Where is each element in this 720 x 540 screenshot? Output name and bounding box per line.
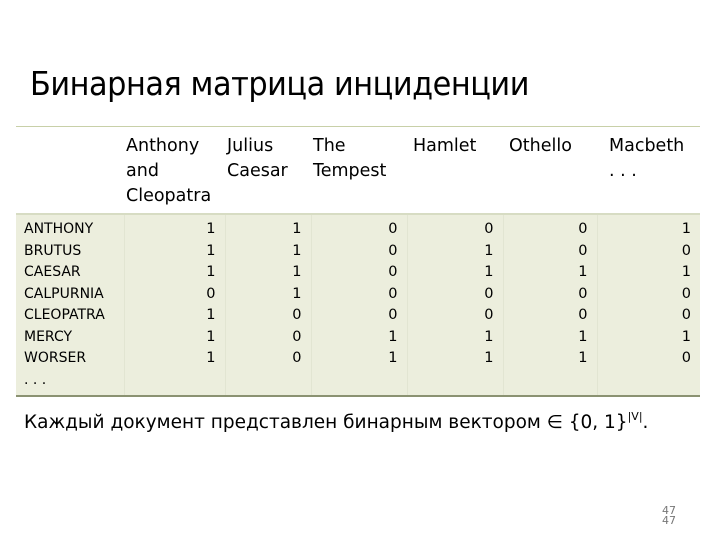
matrix-cell: 1 <box>292 242 302 259</box>
column-header-line: The <box>313 136 346 156</box>
caption-superscript: |V| <box>627 410 643 423</box>
matrix-cell: 0 <box>292 350 302 366</box>
matrix-cell: 1 <box>206 350 216 366</box>
matrix-cell: 0 <box>388 307 398 323</box>
column-header-line: Macbeth <box>609 136 685 156</box>
column-header-line: Othello <box>509 136 572 156</box>
term-label: CALPURNIA <box>24 285 104 302</box>
value-column: 0 0 1 0 0 1 1 <box>502 214 597 396</box>
value-column: 0 1 1 0 0 1 1 <box>406 214 503 396</box>
matrix-cell: 1 <box>578 328 588 345</box>
matrix-cell: 1 <box>206 264 216 280</box>
matrix-cell: 0 <box>484 221 494 237</box>
column-header: Anthony and Cleopatra <box>124 126 225 214</box>
page-number: 47 47 <box>662 505 676 527</box>
matrix-cell: 1 <box>388 350 398 366</box>
matrix-cell: 1 <box>681 328 691 345</box>
term-label: . . . <box>24 371 47 388</box>
value-column: 1 1 1 0 1 1 1 <box>123 214 225 396</box>
matrix-cell: 0 <box>206 285 216 302</box>
matrix-cell: 1 <box>484 328 494 345</box>
matrix-cell: 1 <box>206 328 216 345</box>
matrix-cell: 1 <box>206 307 216 323</box>
matrix-cell: 1 <box>206 242 216 259</box>
term-label: ANTHONY <box>24 221 94 237</box>
column-header: The Tempest <box>311 126 407 214</box>
matrix-cell: 0 <box>681 242 691 259</box>
matrix-cell: 0 <box>578 242 588 259</box>
column-header-line: Tempest <box>313 161 387 181</box>
matrix-body-row: ANTHONY BRUTUS CAESAR CALPURNIA CLEOPATR… <box>16 214 700 396</box>
matrix-cell: 0 <box>484 307 494 323</box>
matrix-cell: 1 <box>292 264 302 280</box>
matrix-cell: 1 <box>578 350 588 366</box>
matrix-cell: 1 <box>578 264 588 280</box>
column-header-line: Caesar <box>227 161 288 181</box>
column-header: Hamlet <box>407 126 503 214</box>
value-column: 0 0 0 0 0 1 1 <box>310 214 407 396</box>
term-label: CLEOPATRA <box>24 307 105 323</box>
matrix-cell: 1 <box>484 350 494 366</box>
matrix-cell: 0 <box>292 328 302 345</box>
matrix-cell: 0 <box>484 285 494 302</box>
matrix-cell: 0 <box>578 307 588 323</box>
column-header-line: . . . <box>609 161 637 181</box>
column-header-line: and <box>126 161 159 181</box>
term-label: BRUTUS <box>24 242 82 259</box>
caption-end: . <box>642 412 649 433</box>
column-header-line: Anthony <box>126 136 200 156</box>
incidence-matrix-table: Anthony and Cleopatra Julius Caesar The Temp… <box>16 126 700 397</box>
column-header-line: Hamlet <box>413 136 477 156</box>
term-label: WORSER <box>24 350 87 366</box>
slide-title: Бинарная матрица инциденции <box>30 64 529 103</box>
matrix-cell: 1 <box>484 242 494 259</box>
matrix-cell: 0 <box>681 307 691 323</box>
column-header-line: Cleopatra <box>126 186 212 206</box>
caption-text: Каждый документ представлен бинарным век… <box>24 412 628 433</box>
matrix-cell: 1 <box>206 221 216 237</box>
page-number-shadow: 47 <box>662 514 676 527</box>
caption: Каждый документ представлен бинарным век… <box>24 410 649 433</box>
matrix-cell: 0 <box>388 242 398 259</box>
term-label: CAESAR <box>24 264 81 280</box>
matrix-cell: 1 <box>484 264 494 280</box>
matrix-cell: 0 <box>578 221 588 237</box>
matrix-cell: 0 <box>578 285 588 302</box>
matrix-cell: 1 <box>388 328 398 345</box>
matrix-cell: 1 <box>681 221 691 237</box>
header-row: Anthony and Cleopatra Julius Caesar The Temp… <box>16 126 700 214</box>
matrix-cell: 1 <box>681 264 691 280</box>
column-header-line: Julius <box>227 136 274 156</box>
matrix-cell: 1 <box>292 221 302 237</box>
term-column: ANTHONY BRUTUS CAESAR CALPURNIA CLEOPATR… <box>16 214 124 396</box>
term-label: MERCY <box>24 328 73 345</box>
matrix-cell: 0 <box>388 221 398 237</box>
value-column: 1 0 1 0 0 1 0 <box>596 214 700 396</box>
matrix-cell: 0 <box>681 350 691 366</box>
column-header: Othello <box>503 126 597 214</box>
matrix-cell: 0 <box>388 285 398 302</box>
corner-cell <box>16 126 124 214</box>
column-header: Julius Caesar <box>225 126 311 214</box>
value-column: 1 1 1 1 0 0 0 <box>224 214 311 396</box>
matrix-cell: 0 <box>292 307 302 323</box>
matrix-cell: 0 <box>681 285 691 302</box>
matrix-cell: 0 <box>388 264 398 280</box>
column-header: Macbeth . . . <box>597 126 700 214</box>
matrix-cell: 1 <box>292 285 302 302</box>
